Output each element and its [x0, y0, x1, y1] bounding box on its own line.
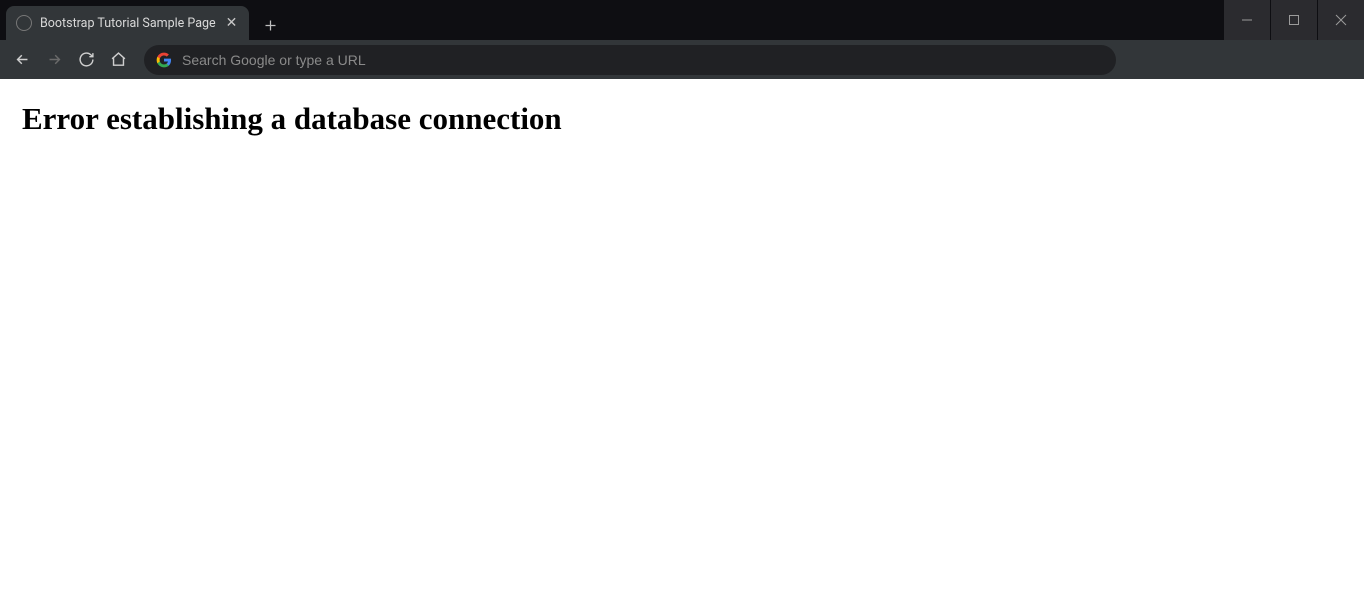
error-heading: Error establishing a database connection — [22, 101, 1342, 137]
globe-icon — [16, 15, 32, 31]
arrow-left-icon — [14, 51, 31, 68]
home-icon — [110, 51, 127, 68]
browser-tab-active[interactable]: Bootstrap Tutorial Sample Page ✕ — [6, 6, 249, 40]
reload-icon — [78, 51, 95, 68]
plus-icon — [263, 18, 278, 33]
close-icon[interactable]: ✕ — [224, 14, 240, 32]
back-button[interactable] — [8, 46, 36, 74]
window-controls — [1224, 0, 1364, 40]
minimize-icon — [1241, 14, 1253, 26]
arrow-right-icon — [46, 51, 63, 68]
tab-title: Bootstrap Tutorial Sample Page — [40, 16, 216, 31]
close-window-button[interactable] — [1318, 0, 1364, 40]
home-button[interactable] — [104, 46, 132, 74]
browser-toolbar — [0, 40, 1364, 79]
page-content: Error establishing a database connection — [0, 79, 1364, 159]
close-icon — [1335, 14, 1347, 26]
new-tab-button[interactable] — [249, 10, 292, 40]
maximize-button[interactable] — [1271, 0, 1317, 40]
maximize-icon — [1288, 14, 1300, 26]
minimize-button[interactable] — [1224, 0, 1270, 40]
address-input[interactable] — [182, 52, 1104, 68]
browser-titlebar: Bootstrap Tutorial Sample Page ✕ — [0, 0, 1364, 40]
google-icon — [156, 52, 172, 68]
forward-button[interactable] — [40, 46, 68, 74]
reload-button[interactable] — [72, 46, 100, 74]
address-bar[interactable] — [144, 45, 1116, 75]
